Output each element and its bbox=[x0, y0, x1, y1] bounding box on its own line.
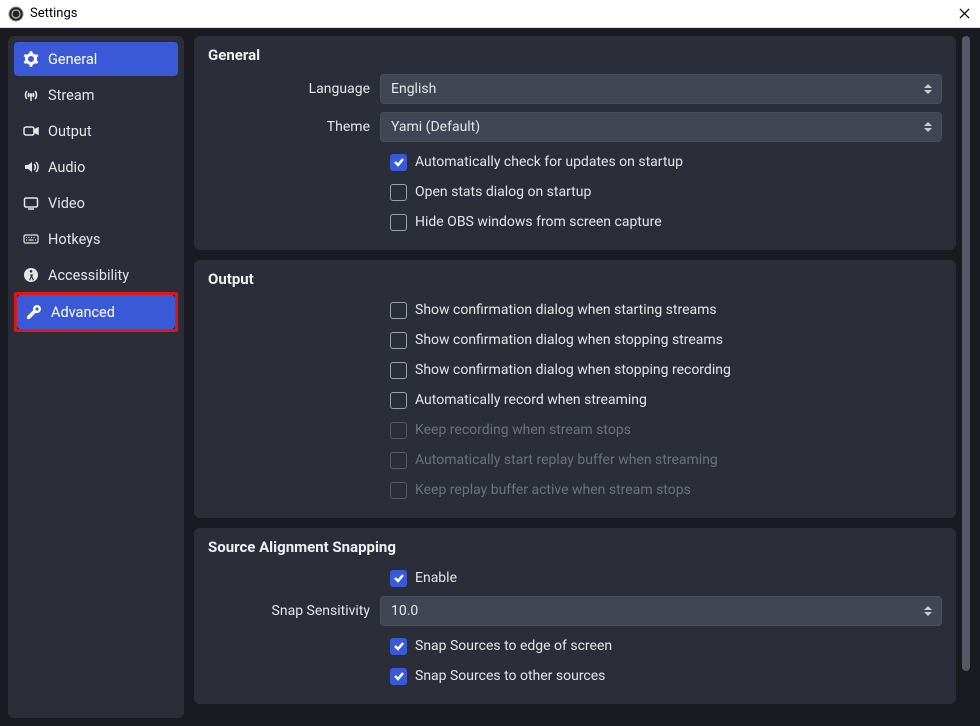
sidebar-item-label: Hotkeys bbox=[48, 231, 101, 248]
row-theme: Theme Yami (Default) bbox=[208, 112, 942, 142]
scrollbar[interactable] bbox=[962, 36, 970, 718]
spinner-icon bbox=[919, 115, 937, 139]
input-value: 10.0 bbox=[391, 603, 418, 619]
select-theme[interactable]: Yami (Default) bbox=[380, 112, 942, 142]
checkbox-label: Automatically check for updates on start… bbox=[415, 154, 683, 170]
sidebar-item-stream[interactable]: Stream bbox=[14, 78, 178, 112]
sidebar-item-label: Advanced bbox=[51, 304, 115, 321]
panel-title: General bbox=[208, 46, 942, 64]
checkbox-icon bbox=[390, 452, 407, 469]
close-button[interactable] bbox=[956, 6, 972, 22]
app-icon bbox=[8, 6, 24, 22]
row-language: Language English bbox=[208, 74, 942, 104]
sidebar-item-label: Stream bbox=[48, 87, 94, 104]
label-theme: Theme bbox=[208, 119, 380, 135]
sidebar-item-general[interactable]: General bbox=[14, 42, 178, 76]
checkbox-icon bbox=[390, 668, 407, 685]
spinner-icon bbox=[919, 599, 937, 623]
checkbox-label: Automatically start replay buffer when s… bbox=[415, 452, 718, 468]
checkbox-icon bbox=[390, 302, 407, 319]
sidebar-item-audio[interactable]: Audio bbox=[14, 150, 178, 184]
spinner-icon bbox=[919, 77, 937, 101]
panels: General Language English Theme Yami (D bbox=[194, 36, 956, 718]
checkbox-label: Enable bbox=[415, 570, 457, 586]
select-value: Yami (Default) bbox=[391, 119, 480, 135]
checkbox-auto-record[interactable]: Automatically record when streaming bbox=[390, 388, 942, 412]
panel-title: Source Alignment Snapping bbox=[208, 538, 942, 556]
sidebar-item-hotkeys[interactable]: Hotkeys bbox=[14, 222, 178, 256]
checkbox-snap-other[interactable]: Snap Sources to other sources bbox=[390, 664, 942, 688]
checkbox-label: Keep recording when stream stops bbox=[415, 422, 631, 438]
checkbox-snap-edge[interactable]: Snap Sources to edge of screen bbox=[390, 634, 942, 658]
label-snap-sensitivity: Snap Sensitivity bbox=[208, 603, 380, 619]
checkbox-icon bbox=[390, 184, 407, 201]
accessibility-icon bbox=[22, 266, 40, 284]
checkbox-snap-enable[interactable]: Enable bbox=[390, 566, 942, 590]
checkbox-hide-windows[interactable]: Hide OBS windows from screen capture bbox=[390, 210, 942, 234]
sidebar-item-advanced[interactable]: Advanced bbox=[17, 295, 175, 329]
sidebar-item-label: Audio bbox=[48, 159, 85, 176]
sidebar-item-label: General bbox=[48, 51, 97, 68]
sidebar-item-accessibility[interactable]: Accessibility bbox=[14, 258, 178, 292]
checkbox-icon bbox=[390, 362, 407, 379]
panel-snapping: Source Alignment Snapping Enable Snap Se… bbox=[194, 528, 956, 704]
checkbox-icon bbox=[390, 154, 407, 171]
checkbox-icon bbox=[390, 332, 407, 349]
scrollbar-thumb[interactable] bbox=[962, 36, 970, 671]
checkbox-label: Keep replay buffer active when stream st… bbox=[415, 482, 691, 498]
checkbox-icon bbox=[390, 392, 407, 409]
camera-icon bbox=[22, 122, 40, 140]
checkbox-icon bbox=[390, 570, 407, 587]
app-body: General Stream Output Audio Video bbox=[0, 28, 980, 726]
monitor-icon bbox=[22, 194, 40, 212]
checkbox-label: Automatically record when streaming bbox=[415, 392, 647, 408]
panel-title: Output bbox=[208, 270, 942, 288]
content-area: General Language English Theme Yami (D bbox=[194, 36, 970, 718]
antenna-icon bbox=[22, 86, 40, 104]
checkbox-label: Snap Sources to edge of screen bbox=[415, 638, 612, 654]
checkbox-label: Hide OBS windows from screen capture bbox=[415, 214, 662, 230]
checkbox-confirm-stop-stream[interactable]: Show confirmation dialog when stopping s… bbox=[390, 328, 942, 352]
checkbox-auto-updates[interactable]: Automatically check for updates on start… bbox=[390, 150, 942, 174]
checkbox-open-stats[interactable]: Open stats dialog on startup bbox=[390, 180, 942, 204]
select-value: English bbox=[391, 81, 436, 97]
select-language[interactable]: English bbox=[380, 74, 942, 104]
checkbox-icon bbox=[390, 638, 407, 655]
sidebar-item-output[interactable]: Output bbox=[14, 114, 178, 148]
checkbox-confirm-start-stream[interactable]: Show confirmation dialog when starting s… bbox=[390, 298, 942, 322]
input-snap-sensitivity[interactable]: 10.0 bbox=[380, 596, 942, 626]
highlight-advanced: Advanced bbox=[14, 292, 178, 332]
checkbox-auto-replay: Automatically start replay buffer when s… bbox=[390, 448, 942, 472]
sidebar: General Stream Output Audio Video bbox=[8, 36, 184, 718]
sidebar-item-label: Output bbox=[48, 123, 92, 140]
sidebar-item-label: Accessibility bbox=[48, 267, 129, 284]
titlebar: Settings bbox=[0, 0, 980, 28]
checkbox-label: Show confirmation dialog when stopping s… bbox=[415, 332, 723, 348]
checkbox-confirm-stop-recording[interactable]: Show confirmation dialog when stopping r… bbox=[390, 358, 942, 382]
checkbox-label: Snap Sources to other sources bbox=[415, 668, 605, 684]
checkbox-label: Open stats dialog on startup bbox=[415, 184, 591, 200]
sidebar-item-label: Video bbox=[48, 195, 85, 212]
checkbox-icon bbox=[390, 482, 407, 499]
checkbox-keep-recording: Keep recording when stream stops bbox=[390, 418, 942, 442]
panel-general: General Language English Theme Yami (D bbox=[194, 36, 956, 250]
checkbox-label: Show confirmation dialog when starting s… bbox=[415, 302, 717, 318]
checkbox-icon bbox=[390, 214, 407, 231]
keyboard-icon bbox=[22, 230, 40, 248]
row-snap-sensitivity: Snap Sensitivity 10.0 bbox=[208, 596, 942, 626]
sidebar-item-video[interactable]: Video bbox=[14, 186, 178, 220]
checkbox-keep-replay: Keep replay buffer active when stream st… bbox=[390, 478, 942, 502]
tools-icon bbox=[25, 303, 43, 321]
panel-output: Output Show confirmation dialog when sta… bbox=[194, 260, 956, 518]
checkbox-label: Show confirmation dialog when stopping r… bbox=[415, 362, 731, 378]
checkbox-icon bbox=[390, 422, 407, 439]
label-language: Language bbox=[208, 81, 380, 97]
speaker-icon bbox=[22, 158, 40, 176]
gear-icon bbox=[22, 50, 40, 68]
window-title: Settings bbox=[30, 6, 956, 21]
